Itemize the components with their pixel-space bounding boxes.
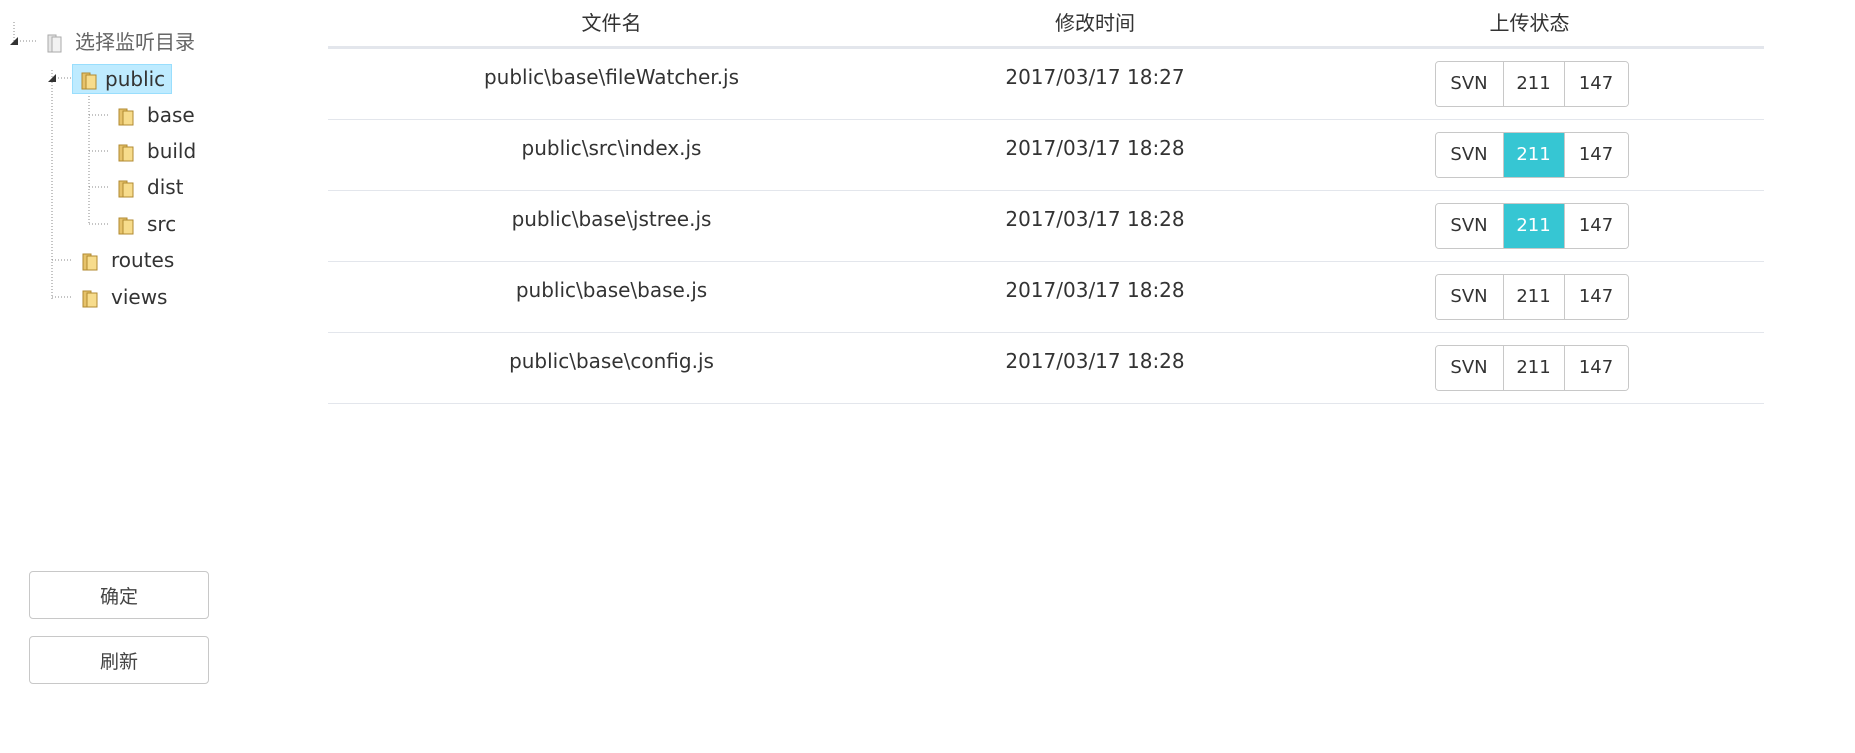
tree-node-label: src xyxy=(147,212,177,236)
tree-node-public[interactable]: public xyxy=(72,64,173,94)
cell-modified-time: 2017/03/17 18:28 xyxy=(1005,349,1185,373)
table-row: public\base\base.js 2017/03/17 18:28 SVN… xyxy=(328,262,1764,333)
refresh-button[interactable]: 刷新 xyxy=(29,636,209,684)
server-147-button[interactable]: 147 xyxy=(1563,204,1628,248)
tree-node-label: views xyxy=(111,285,168,309)
tree-node-build[interactable]: build xyxy=(116,136,201,166)
server-211-button[interactable]: 211 xyxy=(1502,204,1564,248)
cell-filename: public\src\index.js xyxy=(521,136,702,160)
folder-icon xyxy=(116,214,136,235)
upload-button-group: SVN 211 147 xyxy=(1434,203,1629,249)
svn-button[interactable]: SVN xyxy=(1435,62,1503,106)
cell-upload-status: SVN 211 147 xyxy=(1295,49,1764,107)
server-211-button[interactable]: 211 xyxy=(1502,62,1564,106)
folder-icon xyxy=(79,69,99,90)
folder-icon xyxy=(80,250,100,271)
folder-icon xyxy=(80,287,100,308)
cell-filename: public\base\jstree.js xyxy=(511,207,712,231)
table-header: 文件名 修改时间 上传状态 xyxy=(328,0,1764,49)
directory-tree: 选择监听目录 public base build dist src routes… xyxy=(0,0,300,560)
server-147-button[interactable]: 147 xyxy=(1563,275,1628,319)
folder-icon xyxy=(44,32,64,53)
svn-button[interactable]: SVN xyxy=(1435,346,1503,390)
cell-filename: public\base\config.js xyxy=(509,349,714,373)
cell-upload-status: SVN 211 147 xyxy=(1295,191,1764,249)
tree-node-views[interactable]: views xyxy=(80,282,172,312)
cell-modified-time: 2017/03/17 18:28 xyxy=(1005,207,1185,231)
upload-button-group: SVN 211 147 xyxy=(1434,345,1629,391)
cell-filename: public\base\fileWatcher.js xyxy=(483,65,740,89)
tree-node-label: build xyxy=(147,139,197,163)
svn-button[interactable]: SVN xyxy=(1435,133,1503,177)
upload-button-group: SVN 211 147 xyxy=(1434,274,1629,320)
tree-node-src[interactable]: src xyxy=(116,209,181,239)
cell-modified-time: 2017/03/17 18:28 xyxy=(1005,136,1185,160)
tree-node-base[interactable]: base xyxy=(116,100,200,130)
tree-node-root[interactable]: 选择监听目录 xyxy=(44,27,200,57)
svn-button[interactable]: SVN xyxy=(1435,204,1503,248)
header-upload-status[interactable]: 上传状态 xyxy=(1295,3,1764,43)
header-modified-time[interactable]: 修改时间 xyxy=(895,3,1295,43)
server-147-button[interactable]: 147 xyxy=(1563,133,1628,177)
folder-icon xyxy=(116,177,136,198)
tree-node-public-selected: public xyxy=(72,64,173,94)
server-211-button[interactable]: 211 xyxy=(1502,346,1564,390)
tree-node-label: base xyxy=(147,103,195,127)
toggle-public-icon xyxy=(48,74,56,82)
upload-button-group: SVN 211 147 xyxy=(1434,132,1629,178)
svn-button[interactable]: SVN xyxy=(1435,275,1503,319)
table-row: public\base\fileWatcher.js 2017/03/17 18… xyxy=(328,49,1764,120)
header-filename[interactable]: 文件名 xyxy=(328,3,895,43)
confirm-button[interactable]: 确定 xyxy=(29,571,209,619)
toggle-root-icon xyxy=(10,37,18,45)
cell-filename: public\base\base.js xyxy=(515,278,708,302)
tree-node-label: public xyxy=(105,67,166,91)
tree-root-label: 选择监听目录 xyxy=(75,30,195,54)
server-211-button[interactable]: 211 xyxy=(1502,275,1564,319)
folder-icon xyxy=(116,105,136,126)
server-147-button[interactable]: 147 xyxy=(1563,62,1628,106)
app-window: 选择监听目录 public base build dist src routes… xyxy=(0,0,1855,753)
server-147-button[interactable]: 147 xyxy=(1563,346,1628,390)
table-row: public\src\index.js 2017/03/17 18:28 SVN… xyxy=(328,120,1764,191)
tree-node-dist[interactable]: dist xyxy=(116,172,189,202)
tree-node-label: dist xyxy=(147,175,184,199)
cell-upload-status: SVN 211 147 xyxy=(1295,120,1764,178)
folder-icon xyxy=(116,141,136,162)
cell-upload-status: SVN 211 147 xyxy=(1295,333,1764,391)
cell-modified-time: 2017/03/17 18:27 xyxy=(1005,65,1185,89)
file-table: 文件名 修改时间 上传状态 public\base\fileWatcher.js… xyxy=(328,0,1764,404)
table-row: public\base\config.js 2017/03/17 18:28 S… xyxy=(328,333,1764,404)
cell-upload-status: SVN 211 147 xyxy=(1295,262,1764,320)
upload-button-group: SVN 211 147 xyxy=(1434,61,1629,107)
server-211-button[interactable]: 211 xyxy=(1502,133,1564,177)
cell-modified-time: 2017/03/17 18:28 xyxy=(1005,278,1185,302)
tree-node-label: routes xyxy=(111,248,175,272)
tree-node-routes[interactable]: routes xyxy=(80,245,179,275)
table-row: public\base\jstree.js 2017/03/17 18:28 S… xyxy=(328,191,1764,262)
